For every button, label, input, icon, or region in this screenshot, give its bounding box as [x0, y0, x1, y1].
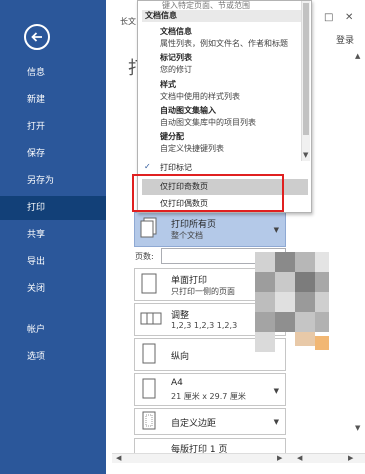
paper-size-dropdown[interactable]: A4 21 厘米 x 29.7 厘米 ▼: [134, 373, 286, 406]
scroll-right-icon[interactable]: ▶: [277, 454, 282, 462]
print-preview: [255, 252, 335, 352]
scroll-up-icon[interactable]: ▲: [355, 52, 360, 60]
backstage-sidebar: 信息 新建 打开 保存 另存为 打印 共享 导出 关闭 帐户 选项: [0, 0, 106, 474]
print-range-desc: 整个文档: [171, 231, 203, 240]
chevron-down-icon: ▼: [273, 418, 279, 426]
sides-title: 单面打印: [171, 276, 208, 286]
paper-size-desc: 21 厘米 x 29.7 厘米: [171, 392, 246, 401]
login-link[interactable]: 登录: [336, 33, 354, 46]
portrait-icon: [142, 343, 156, 364]
menu-item-markup-list[interactable]: 标记列表: [160, 52, 192, 63]
scroll-down-icon[interactable]: ▼: [303, 151, 308, 159]
menu-item-styles[interactable]: 样式: [160, 79, 176, 90]
margins-title: 自定义边距: [171, 419, 217, 429]
paper-icon: [142, 378, 156, 399]
pages-label: 页数:: [135, 252, 154, 261]
back-arrow-icon: [31, 32, 42, 42]
orientation-title: 纵向: [171, 352, 190, 362]
margins-dropdown[interactable]: 自定义边距 ▼: [134, 408, 286, 435]
restore-button[interactable]: □: [324, 12, 333, 23]
nav-open[interactable]: 打开: [0, 115, 106, 139]
sides-desc: 只打印一侧的页面: [171, 287, 235, 296]
scroll-left-icon[interactable]: ◀: [116, 454, 121, 462]
close-button[interactable]: ✕: [345, 12, 353, 23]
nav-options[interactable]: 选项: [0, 345, 106, 369]
horizontal-scrollbar[interactable]: ◀ ▶ ◀ ▶: [112, 453, 365, 463]
chevron-down-icon: ▼: [273, 387, 279, 395]
scroll-right-icon[interactable]: ▶: [348, 454, 353, 462]
vertical-scrollbar[interactable]: ▲ ▼: [353, 52, 365, 452]
nav-new[interactable]: 新建: [0, 88, 106, 112]
document-title: 长文: [120, 17, 136, 26]
menu-item-markup-list-desc: 您的修订: [160, 65, 192, 74]
nav-close[interactable]: 关闭: [0, 277, 106, 301]
highlight-annotation: [132, 174, 284, 212]
nav-print[interactable]: 打印: [0, 196, 106, 220]
nav-save-as[interactable]: 另存为: [0, 169, 106, 193]
menu-scrollbar[interactable]: ▼: [301, 1, 310, 161]
chevron-down-icon: ▼: [273, 226, 279, 234]
print-range-dropdown[interactable]: 打印所有页 整个文档 ▼: [134, 212, 286, 247]
scroll-left-icon[interactable]: ◀: [297, 454, 302, 462]
collate-icon: [140, 312, 162, 325]
nav-info[interactable]: 信息: [0, 61, 106, 85]
menu-item-styles-desc: 文档中使用的样式列表: [160, 92, 240, 101]
menu-item-key-assignments[interactable]: 键分配: [160, 131, 184, 142]
menu-scrollbar-thumb[interactable]: [303, 3, 309, 135]
menu-item-document-info-desc: 属性列表，例如文件名、作者和标题: [160, 39, 288, 48]
nav-share[interactable]: 共享: [0, 223, 106, 247]
menu-item-key-assignments-desc: 自定义快捷键列表: [160, 144, 224, 153]
nav-save[interactable]: 保存: [0, 142, 106, 166]
menu-item-document-info[interactable]: 文档信息: [160, 26, 192, 37]
one-sided-icon: [141, 273, 157, 294]
nav-account[interactable]: 帐户: [0, 318, 106, 342]
scroll-down-icon[interactable]: ▼: [355, 424, 360, 432]
margins-icon: [142, 411, 156, 430]
menu-item-autotext-desc: 自动图文集库中的项目列表: [160, 118, 256, 127]
collate-title: 调整: [171, 311, 190, 321]
paper-size-title: A4: [171, 378, 183, 388]
menu-item-print-markup[interactable]: 打印标记: [160, 162, 192, 173]
menu-section-document-info: 文档信息: [142, 10, 302, 22]
back-button[interactable]: [24, 24, 50, 50]
nav-export[interactable]: 导出: [0, 250, 106, 274]
pages-icon: [140, 217, 157, 238]
collate-desc: 1,2,3 1,2,3 1,2,3: [171, 321, 238, 330]
menu-item-autotext[interactable]: 自动图文集输入: [160, 105, 216, 116]
checkmark-icon: ✓: [144, 162, 151, 171]
print-range-title: 打印所有页: [171, 220, 217, 230]
